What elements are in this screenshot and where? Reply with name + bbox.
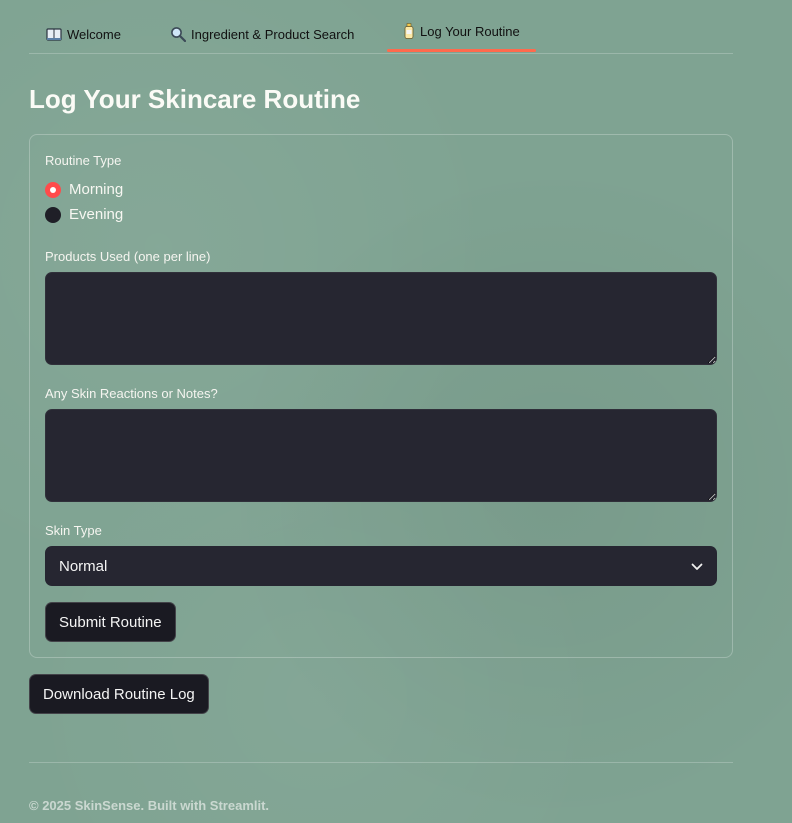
chevron-down-icon bbox=[691, 558, 703, 575]
tab-bar: Welcome Ingredient & Product Search Log … bbox=[29, 14, 733, 54]
page-title: Log Your Skincare Routine bbox=[29, 84, 361, 114]
footer-divider bbox=[29, 762, 733, 763]
radio-label: Morning bbox=[69, 181, 124, 198]
skin-type-label: Skin Type bbox=[45, 523, 102, 538]
radio-checked-icon bbox=[45, 181, 61, 198]
routine-type-label: Routine Type bbox=[45, 153, 122, 168]
routine-form: Routine Type Morning Evening Products Us… bbox=[29, 134, 733, 658]
tab-ingredient-search[interactable]: Ingredient & Product Search bbox=[170, 14, 354, 54]
products-textarea[interactable] bbox=[45, 272, 717, 365]
notes-textarea[interactable] bbox=[45, 409, 717, 502]
radio-label: Evening bbox=[69, 206, 124, 223]
footer-text: © 2025 SkinSense. Built with Streamlit. bbox=[29, 798, 270, 813]
tab-log-routine[interactable]: Log Your Routine bbox=[387, 11, 536, 52]
select-value: Normal bbox=[59, 557, 108, 575]
notes-label: Any Skin Reactions or Notes? bbox=[45, 386, 218, 401]
products-label: Products Used (one per line) bbox=[45, 249, 211, 264]
tab-label: Log Your Routine bbox=[420, 23, 520, 39]
tab-label: Welcome bbox=[67, 26, 121, 42]
radio-unchecked-icon bbox=[45, 206, 61, 223]
magnifier-icon bbox=[170, 26, 187, 43]
book-icon bbox=[46, 26, 62, 42]
tab-welcome[interactable]: Welcome bbox=[46, 14, 121, 54]
radio-evening[interactable]: Evening bbox=[45, 206, 123, 223]
submit-routine-button[interactable]: Submit Routine bbox=[45, 602, 176, 642]
lotion-bottle-icon bbox=[403, 23, 415, 39]
download-routine-log-button[interactable]: Download Routine Log bbox=[29, 674, 209, 714]
radio-morning[interactable]: Morning bbox=[45, 181, 123, 198]
tab-label: Ingredient & Product Search bbox=[191, 26, 355, 42]
skin-type-select[interactable]: Normal bbox=[45, 546, 717, 586]
